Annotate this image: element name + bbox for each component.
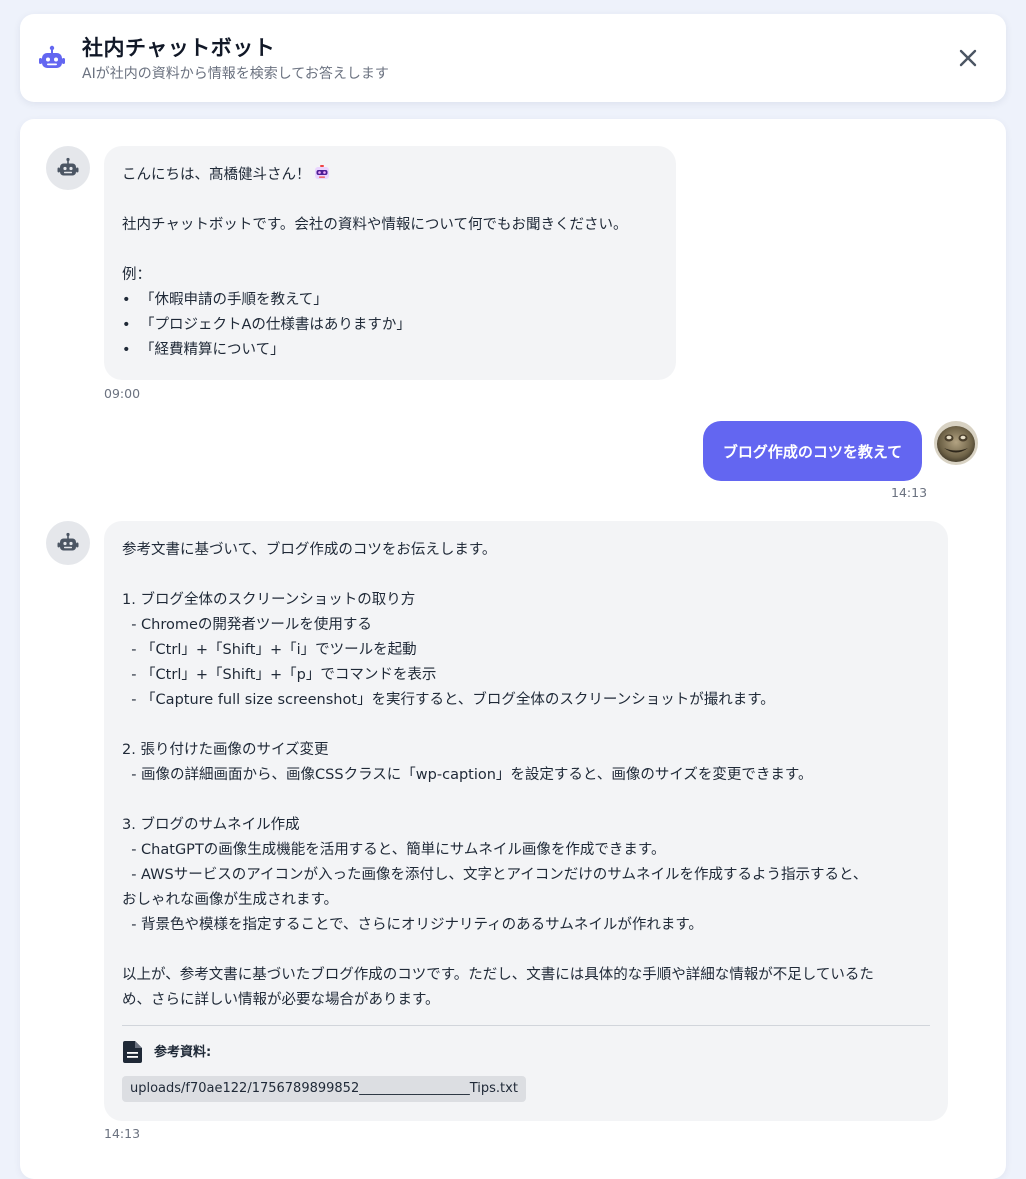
intro-text: 社内チャットボットです。会社の資料や情報について何でもお聞きください。 bbox=[122, 217, 628, 233]
answer-line: 以上が、参考文書に基づいたブログ作成のコツです。ただし、文書には具体的な手順や詳… bbox=[122, 967, 874, 983]
answer-body: 参考文書に基づいて、ブログ作成のコツをお伝えします。 1. ブログ全体のスクリーン… bbox=[122, 538, 930, 1013]
answer-line: 参考文書に基づいて、ブログ作成のコツをお伝えします。 bbox=[122, 542, 497, 558]
bot-avatar bbox=[46, 521, 90, 565]
answer-line bbox=[122, 713, 930, 738]
answer-line bbox=[122, 938, 930, 963]
answer-line: - 「Ctrl」+「Shift」+「p」でコマンドを表示 bbox=[122, 667, 437, 683]
reference-file-chip[interactable]: uploads/f70ae122/1756789899852__________… bbox=[122, 1076, 526, 1102]
robot-icon bbox=[39, 45, 65, 68]
document-icon bbox=[123, 1041, 142, 1063]
robot-emoji-icon bbox=[314, 165, 329, 179]
page-subtitle: AIが社内の資料から情報を検索してお答えします bbox=[82, 66, 389, 82]
message-time: 14:13 bbox=[104, 1126, 141, 1141]
answer-line: - AWSサービスのアイコンが入った画像を添付し、文字とアイコンだけのサムネイル… bbox=[122, 867, 868, 883]
answer-line bbox=[122, 788, 930, 813]
answer-line: 1. ブログ全体のスクリーンショットの取り方 bbox=[122, 592, 416, 608]
answer-line: め、さらに詳しい情報が必要な場合があります。 bbox=[122, 992, 440, 1008]
example-label: 例： bbox=[122, 267, 151, 283]
answer-line: 3. ブログのサムネイル作成 bbox=[122, 817, 300, 833]
page-title: 社内チャットボット bbox=[82, 36, 276, 60]
robot-icon bbox=[57, 532, 79, 551]
message-time: 09:00 bbox=[104, 386, 141, 401]
answer-line: - 「Ctrl」+「Shift」+「i」でツールを起動 bbox=[122, 642, 417, 658]
close-icon[interactable] bbox=[954, 44, 982, 72]
user-avatar-image bbox=[934, 421, 978, 465]
answer-line: - 背景色や模様を指定することで、さらにオリジナリティのあるサムネイルが作れます… bbox=[122, 917, 703, 933]
user-message: ブログ作成のコツを教えて bbox=[703, 421, 922, 481]
message-time: 14:13 bbox=[891, 485, 928, 500]
answer-line: - Chromeの開発者ツールを使用する bbox=[122, 617, 372, 633]
avatar bbox=[934, 421, 978, 465]
answer-line: 2. 張り付けた画像のサイズ変更 bbox=[122, 742, 329, 758]
greeting-text: こんにちは、髙橋健斗さん！ bbox=[122, 167, 311, 183]
robot-icon bbox=[57, 157, 79, 176]
bot-message: 参考文書に基づいて、ブログ作成のコツをお伝えします。 1. ブログ全体のスクリーン… bbox=[104, 521, 948, 1121]
reference-header: 参考資料: bbox=[122, 1038, 930, 1066]
chat-area[interactable]: こんにちは、髙橋健斗さん！ 社内チャットボットです。会社の資料や情報について何で… bbox=[20, 119, 1006, 1179]
answer-line bbox=[122, 563, 930, 588]
bot-avatar bbox=[46, 146, 90, 190]
answer-line: おしゃれな画像が生成されます。 bbox=[122, 892, 339, 908]
reference-label: 参考資料: bbox=[154, 1044, 212, 1060]
answer-line: - 画像の詳細画面から、画像CSSクラスに「wp-caption」を設定すると、… bbox=[122, 767, 813, 783]
example-item: 「プロジェクトAの仕様書はありますか」 bbox=[122, 313, 658, 338]
answer-line: - ChatGPTの画像生成機能を活用すると、簡単にサムネイル画像を作成できます… bbox=[122, 842, 666, 858]
example-item: 「経費精算について」 bbox=[122, 338, 658, 363]
divider bbox=[122, 1025, 930, 1026]
chat-header: 社内チャットボット AIが社内の資料から情報を検索してお答えします bbox=[20, 14, 1006, 102]
bot-message: こんにちは、髙橋健斗さん！ 社内チャットボットです。会社の資料や情報について何で… bbox=[104, 146, 676, 380]
answer-line: - 「Capture full size screenshot」を実行すると、ブ… bbox=[122, 692, 775, 708]
message-line: こんにちは、髙橋健斗さん！ bbox=[122, 163, 658, 188]
example-item: 「休暇申請の手順を教えて」 bbox=[122, 288, 658, 313]
